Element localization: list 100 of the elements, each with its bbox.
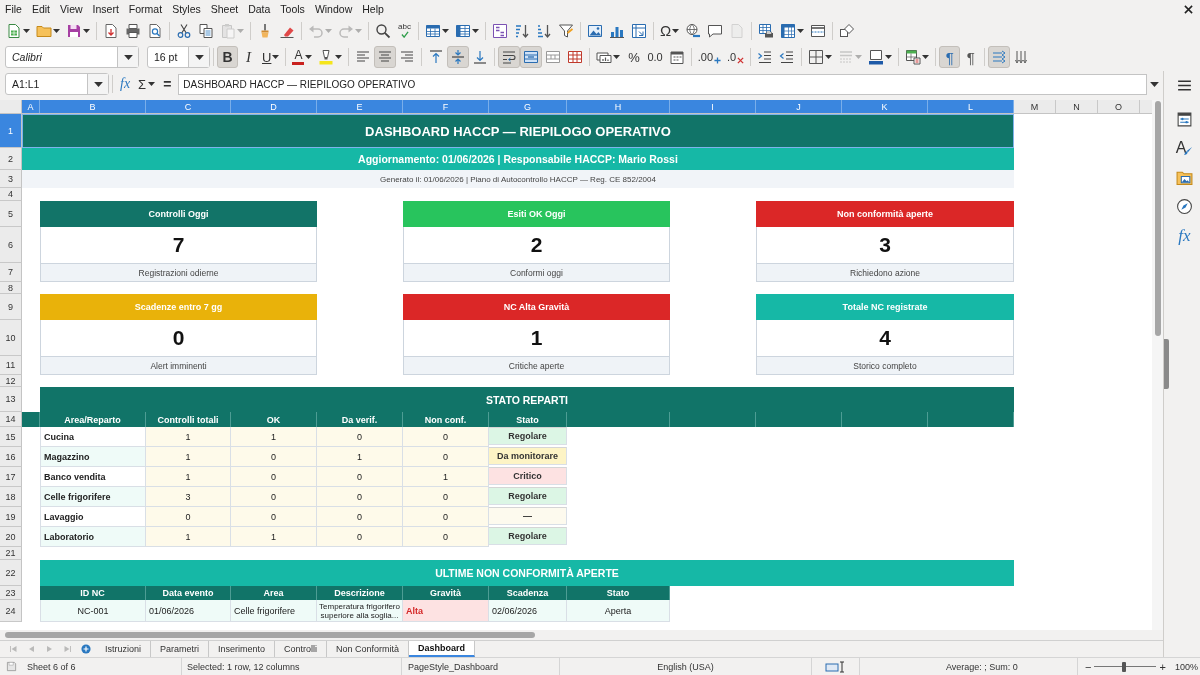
row-header[interactable]: 24	[0, 600, 22, 622]
toolbar-button[interactable]: ¶	[960, 46, 982, 68]
dropdown-button[interactable]	[117, 47, 138, 67]
column-header[interactable]: H	[567, 100, 670, 113]
column-header[interactable]: I	[670, 100, 756, 113]
toolbar-button[interactable]	[520, 46, 543, 68]
sheet-tab[interactable]: Inserimento	[209, 641, 276, 657]
formula-bar-button[interactable]: fx	[117, 73, 134, 95]
row-header[interactable]: 19	[0, 507, 22, 527]
scrollbar-thumb[interactable]	[5, 632, 535, 638]
row-header[interactable]: 17	[0, 467, 22, 487]
column-header[interactable]: F	[403, 100, 489, 113]
row-header[interactable]: 10	[0, 320, 22, 356]
sheet-tab[interactable]: Dashboard	[409, 641, 476, 657]
close-icon[interactable]	[1184, 4, 1193, 14]
column-header[interactable]: O	[1098, 100, 1140, 113]
row-header[interactable]: 5	[0, 201, 22, 227]
row-header[interactable]: 16	[0, 447, 22, 467]
dropdown-button[interactable]	[188, 47, 209, 67]
toolbar-button[interactable]	[498, 46, 521, 68]
formula-bar-button[interactable]: =	[160, 73, 175, 95]
toolbar-button[interactable]: A	[289, 46, 316, 68]
row-header[interactable]: 4	[0, 188, 22, 201]
sidebar-button[interactable]: A	[1171, 135, 1198, 161]
column-header[interactable]: B	[40, 100, 146, 113]
menu-item[interactable]: View	[55, 3, 88, 15]
column-header[interactable]: J	[756, 100, 842, 113]
sheet-tab[interactable]: Controlli	[275, 641, 328, 657]
vertical-scrollbar[interactable]	[1152, 100, 1163, 630]
row-header[interactable]: 9	[0, 294, 22, 320]
menu-item[interactable]: Tools	[275, 3, 310, 15]
zoom-level-text[interactable]: 100%	[1174, 661, 1198, 672]
toolbar-button[interactable]: ¶	[939, 46, 961, 68]
menu-item[interactable]: Data	[243, 3, 276, 15]
page-style-text[interactable]: PageStyle_Dashboard	[408, 661, 499, 672]
language-text[interactable]: English (USA)	[657, 661, 714, 672]
row-header[interactable]: 18	[0, 487, 22, 507]
menu-item[interactable]: Styles	[167, 3, 206, 15]
table-cell: Magazzino	[40, 447, 146, 467]
scrollbar-thumb[interactable]	[1154, 101, 1161, 336]
row-header[interactable]: 13	[0, 387, 22, 412]
menu-item[interactable]: Format	[123, 3, 168, 15]
row-header[interactable]: 1	[0, 114, 22, 148]
selection-mode-icon[interactable]	[824, 660, 847, 673]
name-box[interactable]: A1:L1	[5, 73, 109, 95]
row-header[interactable]: 7	[0, 263, 22, 282]
dropdown-button[interactable]	[87, 74, 108, 94]
menu-item[interactable]: Window	[309, 3, 358, 15]
sheet-tab[interactable]: Parametri	[151, 641, 210, 657]
sheet-tab[interactable]: Istruzioni	[96, 641, 151, 657]
zoom-in-button[interactable]: +	[1156, 660, 1169, 673]
slider-thumb[interactable]	[1122, 661, 1127, 672]
column-header[interactable]: N	[1056, 100, 1098, 113]
column-header[interactable]: M	[1014, 100, 1056, 113]
menu-item[interactable]: Insert	[87, 3, 124, 15]
column-header[interactable]: L	[928, 100, 1014, 113]
menu-item[interactable]: File	[0, 3, 27, 15]
row-header[interactable]: 2	[0, 148, 22, 170]
table-cell: 0	[403, 487, 489, 507]
row-header[interactable]: 20	[0, 527, 22, 547]
toolbar-button[interactable]: abc	[394, 19, 415, 42]
row-header[interactable]: 11	[0, 356, 22, 375]
table-cell: 0	[317, 427, 403, 447]
card-caption: Alert imminenti	[40, 356, 317, 375]
sidebar-collapse-handle[interactable]	[1164, 339, 1169, 389]
column-header[interactable]: E	[317, 100, 403, 113]
toolbar-button[interactable]: Ω	[657, 19, 683, 42]
row-header[interactable]: 14	[0, 412, 22, 427]
menu-item[interactable]: Sheet	[205, 3, 244, 15]
zoom-out-button[interactable]: −	[1082, 660, 1095, 673]
row-header[interactable]: 3	[0, 170, 22, 188]
globe-link-icon	[685, 22, 702, 39]
toolbar-button[interactable]: B	[217, 46, 238, 68]
toolbar-button[interactable]: 0.0	[644, 46, 666, 68]
toolbar-button[interactable]: .00	[694, 46, 724, 68]
menu-item[interactable]: Help	[357, 3, 389, 15]
column-header[interactable]: G	[489, 100, 567, 113]
row-header[interactable]: 21	[0, 547, 22, 560]
row-header[interactable]: 12	[0, 375, 22, 387]
wrap-text-icon	[501, 49, 518, 65]
toolbar-button[interactable]: .0	[724, 46, 748, 68]
column-header[interactable]: A	[22, 100, 40, 113]
column-header[interactable]: C	[146, 100, 231, 113]
printer-icon	[125, 22, 141, 39]
row-header[interactable]: 22	[0, 560, 22, 586]
toolbar-button[interactable]: %	[623, 46, 645, 68]
column-header[interactable]: D	[231, 100, 317, 113]
toolbar-button[interactable]: U	[259, 46, 283, 68]
formula-bar-button[interactable]: Σ	[135, 73, 159, 95]
font-name-field[interactable]: Calibri	[5, 46, 139, 68]
toolbar-button[interactable]: I	[238, 46, 259, 68]
font-size-field[interactable]: 16 pt	[147, 46, 210, 68]
row-header[interactable]: 15	[0, 427, 22, 447]
row-header[interactable]: 23	[0, 586, 22, 600]
row-header[interactable]: 8	[0, 282, 22, 294]
column-header[interactable]: K	[842, 100, 928, 113]
row-header[interactable]: 6	[0, 227, 22, 263]
menu-item[interactable]: Edit	[26, 3, 55, 15]
sidebar-button[interactable]: fx	[1171, 222, 1198, 248]
formula-input[interactable]: DASHBOARD HACCP — RIEPILOGO OPERATIVO	[178, 73, 1147, 95]
